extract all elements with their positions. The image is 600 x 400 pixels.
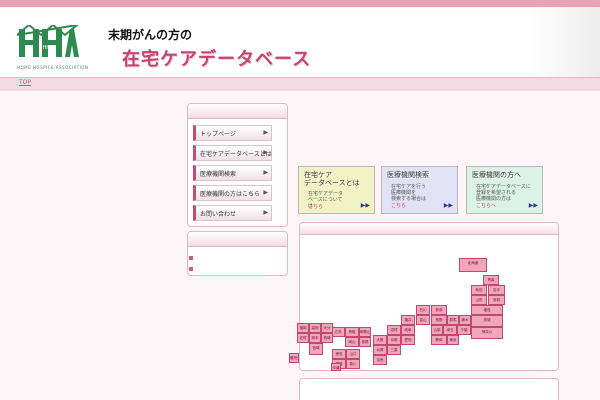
map-prefecture[interactable]: 広島 (331, 327, 345, 337)
double-arrow-icon: ▶▶ (528, 202, 538, 209)
map-prefecture[interactable]: 長崎 (321, 333, 333, 343)
map-prefecture[interactable]: 沖縄 (331, 363, 341, 371)
double-arrow-icon: ▶▶ (360, 202, 370, 209)
header-fade (530, 7, 600, 77)
hha-logo[interactable]: HHA (17, 25, 79, 67)
map-prefecture[interactable]: 福岡 (297, 323, 309, 333)
map-prefecture[interactable]: 石川 (416, 305, 430, 315)
map-prefecture[interactable]: 秋田 (471, 285, 487, 295)
menu-item-label: トップページ (200, 131, 236, 138)
map-prefecture[interactable]: 栃木 (459, 315, 471, 325)
map-prefecture[interactable]: 山梨 (431, 325, 443, 335)
site-header: HHA HOME HOSPICE ASSOCIATION 末期がんの方の 在宅ケ… (0, 7, 600, 77)
map-prefecture[interactable]: 三重 (387, 345, 401, 355)
map-prefecture[interactable]: 群馬 (447, 315, 459, 325)
map-prefecture[interactable]: 徳島 (332, 349, 346, 359)
map-prefecture[interactable]: 埼玉 (443, 325, 457, 335)
japan-map-panel: 北海道青森 秋田 岩手 山形 宮城新潟 福島富山 石川 長野 群馬 栃木 茨城 福井 岐阜 山梨 埼玉 千葉東… (289, 222, 559, 371)
map-prefecture[interactable]: 奈良 (373, 355, 387, 365)
map-prefecture[interactable]: 山口 (346, 349, 360, 359)
card-description: 在宅ケアを行う 医療機関を 検索する場合は (391, 184, 427, 202)
logo-text: HHA (43, 45, 55, 51)
menu-item-contact[interactable]: お問い合わせ ▶ (193, 205, 272, 221)
menu-item-about-database[interactable]: 在宅ケアデータベースとは ▶ (193, 145, 272, 161)
card-link[interactable]: こちら (308, 203, 323, 210)
menu-item-label: 在宅ケアデータベースとは (200, 151, 272, 158)
map-prefecture[interactable]: 京都 (387, 335, 401, 345)
double-arrow-icon: ▶▶ (443, 202, 453, 209)
map-prefecture[interactable]: 岩手 (488, 285, 505, 295)
menu-item-label: 医療機関の方はこちら (200, 191, 261, 198)
map-prefecture[interactable]: 長野 (431, 315, 447, 325)
map-prefecture[interactable]: 宮城 (488, 295, 505, 305)
card-about-database[interactable]: 在宅ケア データベースとは 在宅ケアデータ ベースについては こちら ▶▶ (298, 166, 375, 214)
map-prefecture[interactable]: 香川 (346, 359, 360, 369)
japan-map-header (300, 223, 558, 235)
map-prefecture[interactable]: 青森 (483, 275, 499, 285)
map-prefecture[interactable]: 神奈川 (471, 327, 503, 339)
menu-item-top-page[interactable]: トップページ ▶ (193, 125, 272, 141)
map-prefecture[interactable]: 大分 (321, 323, 333, 333)
map-prefecture[interactable]: 東京 (447, 335, 459, 345)
map-prefecture[interactable]: 和歌山 (359, 327, 371, 337)
site-title: 在宅ケアデータベース (122, 49, 312, 70)
card-description: 在宅ケアデータベースに 登録を希望される 医療機関の方は (476, 184, 531, 202)
arrow-right-icon: ▶ (263, 149, 268, 156)
arrow-right-icon: ▶ (263, 129, 268, 136)
card-for-institutions[interactable]: 医療機関の方へ 在宅ケアデータベースに 登録を希望される 医療機関の方は こちらへ … (466, 166, 543, 214)
breadcrumb: TOP (0, 77, 600, 91)
sidebar-info-header (188, 232, 287, 247)
bullet-square (189, 256, 193, 260)
map-prefecture[interactable]: 滋賀 (387, 325, 401, 335)
map-prefecture[interactable]: 熊本 (309, 333, 321, 343)
site-subtitle: 末期がんの方の (108, 28, 193, 42)
map-prefecture[interactable]: 静岡 (431, 335, 447, 345)
card-title: 医療機関の方へ (472, 171, 521, 179)
card-title: 在宅ケア データベースとは (304, 171, 360, 187)
map-prefecture[interactable]: 愛知 (401, 335, 415, 345)
logo-tagline: HOME HOSPICE ASSOCIATION (17, 65, 89, 70)
card-title: 医療機関検索 (387, 171, 429, 179)
map-prefecture[interactable]: 高知 (309, 323, 321, 333)
menu-item-label: お問い合わせ (200, 211, 237, 218)
map-prefecture[interactable]: 福島 (471, 305, 503, 315)
map-prefecture[interactable]: 山形 (471, 295, 487, 305)
map-prefecture[interactable]: 兵庫 (373, 345, 387, 355)
sidebar-menu-header (188, 104, 287, 119)
bottom-panel (299, 378, 559, 400)
menu-item-search[interactable]: 医療機関検索 ▶ (193, 165, 272, 181)
sidebar-info-box (187, 231, 288, 276)
menu-item-label: 医療機関検索 (200, 171, 237, 178)
sidebar-menu-box: トップページ ▶ 在宅ケアデータベースとは ▶ 医療機関検索 ▶ 医療機関の方は… (187, 103, 288, 227)
map-prefecture[interactable]: 岐阜 (401, 325, 415, 335)
card-link[interactable]: こちら (391, 202, 406, 209)
top-accent-bar (0, 0, 600, 7)
arrow-right-icon: ▶ (263, 189, 268, 196)
map-prefecture[interactable]: 北海道 (459, 258, 487, 272)
map-prefecture[interactable]: 鳥取 (345, 327, 359, 337)
menu-item-for-institutions[interactable]: 医療機関の方はこちら ▶ (193, 185, 272, 201)
map-prefecture[interactable]: 大阪 (373, 335, 387, 345)
map-prefecture[interactable]: 新潟 (431, 305, 447, 315)
map-prefecture[interactable]: 岡山 (345, 337, 359, 347)
map-prefecture[interactable]: 島根 (359, 337, 371, 347)
map-prefecture[interactable]: 鹿児島 (289, 353, 299, 363)
map-prefecture[interactable]: 千葉 (457, 325, 471, 335)
map-prefecture[interactable]: 福井 (401, 315, 415, 325)
bullet-square (189, 267, 193, 271)
card-link[interactable]: こちらへ (476, 202, 496, 209)
map-prefecture[interactable]: 富山 (416, 315, 430, 325)
map-prefecture[interactable]: 佐賀 (297, 333, 309, 343)
arrow-right-icon: ▶ (263, 169, 268, 176)
map-prefecture[interactable]: 宮崎 (309, 343, 323, 355)
arrow-right-icon: ▶ (263, 209, 268, 216)
map-prefecture[interactable]: 茨城 (471, 315, 503, 327)
card-institution-search[interactable]: 医療機関検索 在宅ケアを行う 医療機関を 検索する場合は こちら ▶▶ (381, 166, 458, 214)
breadcrumb-top-link[interactable]: TOP (19, 79, 31, 86)
